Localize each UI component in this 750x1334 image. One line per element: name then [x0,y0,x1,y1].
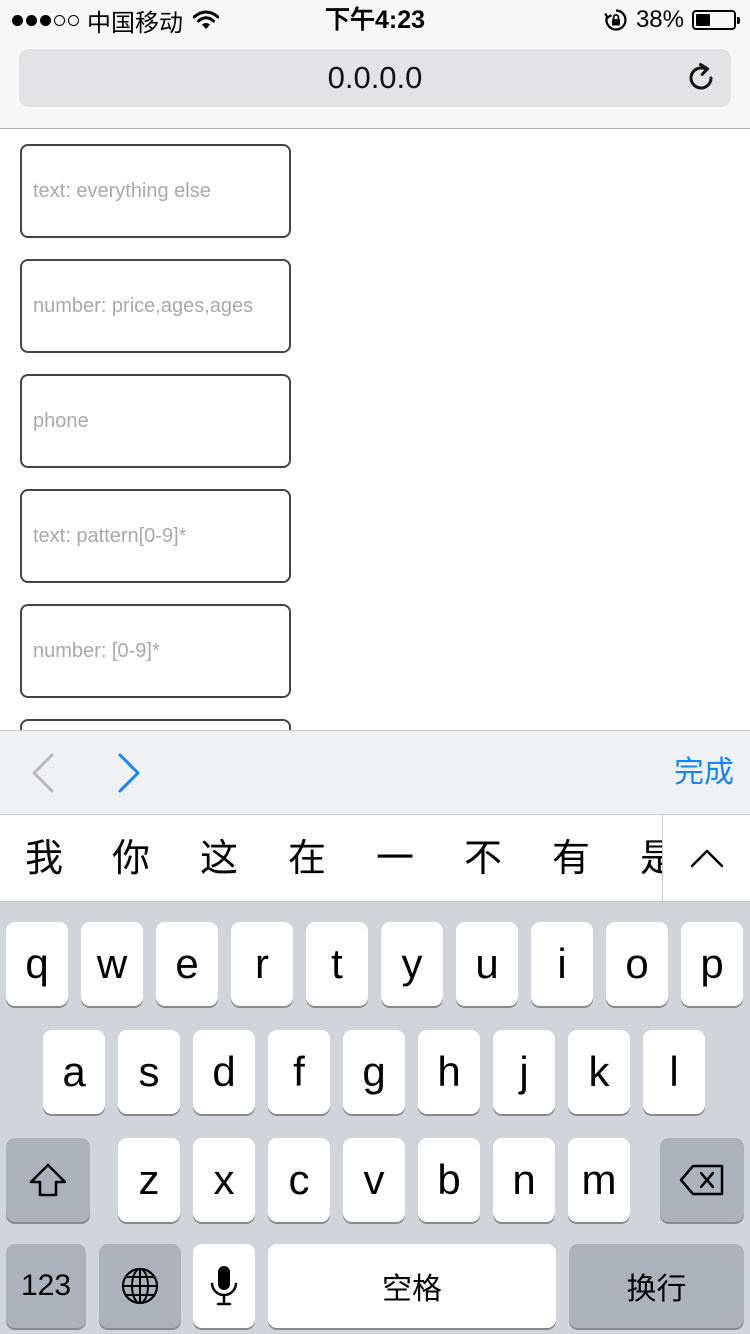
key-k[interactable]: k [568,1030,630,1114]
address-bar[interactable]: 0.0.0.0 [19,49,731,107]
battery-percent: 38% [635,6,684,33]
key-e[interactable]: e [156,922,218,1006]
key-t[interactable]: t [306,922,368,1006]
shift-icon [29,1163,67,1197]
next-field-icon[interactable] [108,751,148,795]
key-f[interactable]: f [268,1030,330,1114]
next-input-partial[interactable] [20,719,291,730]
key-o[interactable]: o [606,922,668,1006]
url-text[interactable]: 0.0.0.0 [19,49,731,107]
key-x[interactable]: x [193,1138,255,1222]
key-d[interactable]: d [193,1030,255,1114]
status-bar: 中国移动 下午4:23 38% [0,0,750,40]
microphone-icon [210,1266,238,1306]
page-content [0,129,750,730]
key-q[interactable]: q [6,922,68,1006]
candidate-word[interactable]: 我 [25,815,63,901]
orientation-lock-icon [604,9,627,31]
globe-icon [121,1267,159,1305]
key-a[interactable]: a [43,1030,105,1114]
key-w[interactable]: w [81,922,143,1006]
key-c[interactable]: c [268,1138,330,1222]
key-h[interactable]: h [418,1030,480,1114]
key-u[interactable]: u [456,922,518,1006]
phone-input[interactable] [20,374,291,468]
candidate-word[interactable]: 有 [552,815,590,901]
key-l[interactable]: l [643,1030,705,1114]
key-b[interactable]: b [418,1138,480,1222]
key-p[interactable]: p [681,922,743,1006]
delete-key[interactable] [660,1138,744,1222]
chevron-up-icon [690,849,724,868]
key-n[interactable]: n [493,1138,555,1222]
status-right: 38% [604,6,740,34]
candidate-word[interactable]: 不 [464,815,502,901]
return-key[interactable]: 换行 [569,1244,744,1328]
key-r[interactable]: r [231,922,293,1006]
battery-icon [692,10,740,30]
key-g[interactable]: g [343,1030,405,1114]
candidate-word[interactable]: 一 [376,815,414,901]
candidate-bar: 我 你 这 在 一 不 有 是 [0,814,750,902]
key-s[interactable]: s [118,1030,180,1114]
candidate-word[interactable]: 在 [288,815,326,901]
key-m[interactable]: m [568,1138,630,1222]
text-input[interactable] [20,144,291,238]
numbers-key[interactable]: 123 [6,1244,86,1328]
battery-fill [696,14,710,26]
globe-key[interactable] [99,1244,181,1328]
expand-candidates-button[interactable] [662,815,750,901]
done-button[interactable]: 完成 [674,753,734,793]
key-y[interactable]: y [381,922,443,1006]
key-v[interactable]: v [343,1138,405,1222]
key-i[interactable]: i [531,922,593,1006]
pattern-text-input[interactable] [20,489,291,583]
pattern-number-input[interactable] [20,604,291,698]
keyboard: q w e r t y u i o p a s d f g h j k l z … [0,902,750,1334]
battery-tip [737,17,740,24]
candidate-word[interactable]: 你 [112,815,150,901]
key-j[interactable]: j [493,1030,555,1114]
previous-field-icon[interactable] [24,751,64,795]
dictation-key[interactable] [193,1244,255,1328]
shift-key[interactable] [6,1138,90,1222]
space-key[interactable]: 空格 [268,1244,556,1328]
number-input[interactable] [20,259,291,353]
reload-icon[interactable] [685,62,717,94]
key-z[interactable]: z [118,1138,180,1222]
candidate-word[interactable]: 这 [200,815,238,901]
backspace-icon [679,1164,724,1196]
browser-nav-bar: 0.0.0.0 [0,40,750,129]
keyboard-accessory-bar: 完成 [0,730,750,814]
